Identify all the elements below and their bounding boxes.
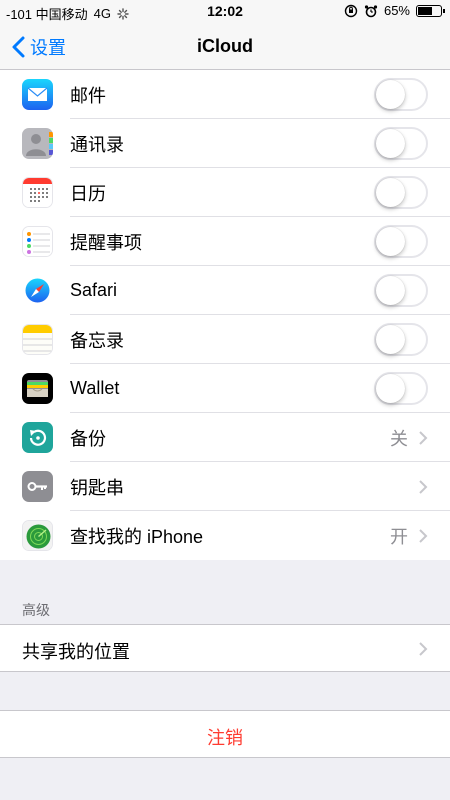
notes-icon (22, 324, 53, 355)
calendar-toggle[interactable] (374, 176, 428, 209)
battery-percent: 65% (383, 3, 410, 18)
toggle-knob (376, 325, 405, 354)
mail-toggle[interactable] (374, 78, 428, 111)
item-label: 日历 (70, 183, 106, 204)
toggle-knob (376, 178, 405, 207)
orientation-lock-icon (344, 4, 358, 17)
toggle-knob (376, 80, 405, 109)
find-my-iphone-status-value: 开 (390, 526, 408, 547)
notes-toggle[interactable] (374, 323, 428, 356)
chevron-right-icon (419, 528, 428, 543)
page-title: iCloud (197, 36, 253, 56)
list-item-keychain[interactable]: 钥匙串 (0, 462, 450, 511)
safari-icon (22, 275, 53, 306)
status-bar: -101 中国移动 4G 12:02 65% (0, 0, 450, 24)
share-my-location-label: 共享我的位置 (22, 642, 130, 662)
list-item-find-my-iphone[interactable]: 查找我的 iPhone 开 (0, 511, 450, 560)
list-item-contacts[interactable]: 通讯录 (0, 119, 450, 168)
item-label: 查找我的 iPhone (70, 526, 204, 547)
section-header-advanced: 高级 (22, 602, 50, 618)
battery-fill (418, 6, 432, 15)
item-label: 通讯录 (70, 134, 124, 155)
list-item-mail[interactable]: 邮件 (0, 70, 450, 119)
contacts-toggle[interactable] (374, 127, 428, 160)
list-item-calendar[interactable]: 日历 (0, 168, 450, 217)
toggle-knob (376, 374, 405, 403)
chevron-right-icon (419, 430, 428, 445)
logout-button[interactable]: 注销 (0, 724, 450, 750)
battery-icon (416, 4, 445, 17)
share-my-location-row[interactable]: 共享我的位置 (0, 624, 450, 672)
list-item-wallet[interactable]: Wallet (0, 364, 450, 413)
status-right: 65% (344, 3, 445, 18)
item-label: 备忘录 (70, 330, 124, 351)
item-label: 钥匙串 (70, 477, 124, 498)
chevron-right-icon (419, 479, 428, 494)
backup-icon (22, 422, 53, 453)
reminders-icon (22, 226, 53, 257)
contacts-icon (22, 128, 53, 159)
item-label: 邮件 (70, 85, 106, 106)
calendar-icon (22, 177, 53, 208)
list-item-reminders[interactable]: 提醒事项 (0, 217, 450, 266)
logout-row[interactable]: 注销 (0, 710, 450, 758)
item-label: 备份 (70, 428, 106, 449)
chevron-right-icon (419, 642, 428, 656)
list-item-notes[interactable]: 备忘录 (0, 315, 450, 364)
item-label: Wallet (70, 378, 120, 398)
keychain-icon (22, 471, 53, 502)
item-label: Safari (70, 280, 118, 300)
wallet-icon (22, 373, 53, 404)
alarm-icon (364, 4, 378, 17)
backup-status-value: 关 (390, 428, 408, 449)
wallet-toggle[interactable] (374, 372, 428, 405)
find-my-iphone-icon (22, 520, 53, 551)
toggle-knob (376, 276, 405, 305)
safari-toggle[interactable] (374, 274, 428, 307)
mail-icon (22, 79, 53, 110)
icloud-services-list: 邮件 通讯录 日历 提醒事项 Safari 备忘录 Wallet 备份 关 钥匙… (0, 70, 450, 560)
list-item-safari[interactable]: Safari (0, 266, 450, 315)
list-item-backup[interactable]: 备份 关 (0, 413, 450, 462)
navigation-bar: 设置 iCloud (0, 24, 450, 70)
reminders-toggle[interactable] (374, 225, 428, 258)
item-label: 提醒事项 (70, 232, 142, 253)
toggle-knob (376, 129, 405, 158)
toggle-knob (376, 227, 405, 256)
